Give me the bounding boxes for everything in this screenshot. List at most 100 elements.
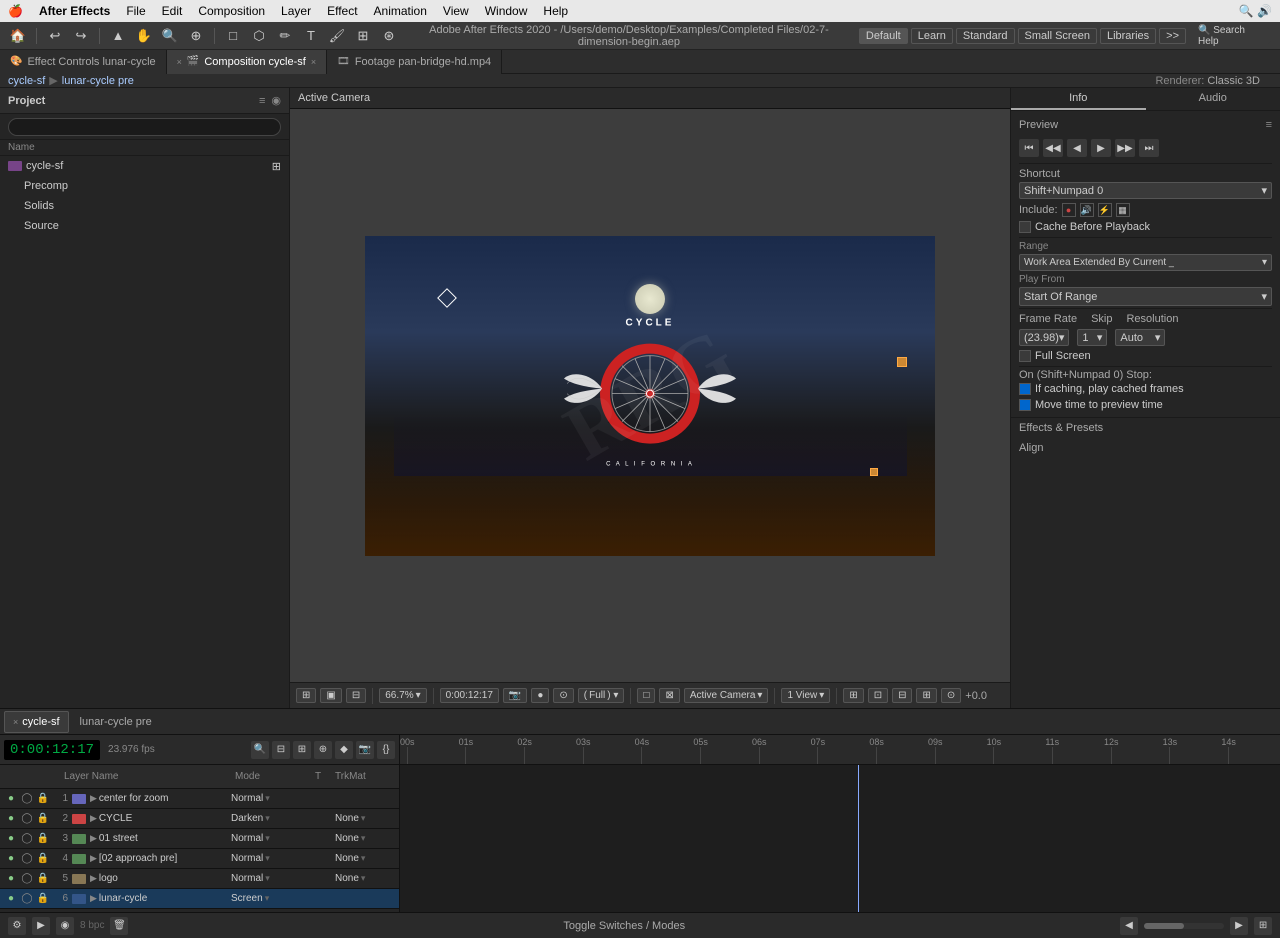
layer-row-2[interactable]: ● ◯ 🔒 2 ▶ CYCLE Darken ▾ None▾ [0, 809, 399, 829]
help-menu[interactable]: Help [543, 4, 568, 18]
preview-menu-icon[interactable]: ≡ [1266, 119, 1272, 131]
timeline-zoom-slider[interactable] [1144, 923, 1224, 929]
solo-1[interactable]: ◯ [20, 792, 34, 806]
fr-value-dropdown[interactable]: (23.98) ▾ [1019, 329, 1069, 346]
expand-1[interactable]: ▶ [90, 793, 97, 804]
project-item-source[interactable]: Source [0, 216, 289, 236]
shortcut-dropdown[interactable]: Shift+Numpad 0 ▾ [1019, 182, 1272, 199]
expand-6[interactable]: ▶ [90, 893, 97, 904]
camera-icon[interactable]: 📷 [503, 688, 527, 703]
tab-effect-controls[interactable]: 🎨 Effect Controls lunar-cycle [0, 50, 167, 74]
workspace-libraries[interactable]: Libraries [1100, 28, 1156, 44]
move-time-checkbox[interactable] [1019, 399, 1031, 411]
include-icon-1[interactable]: ● [1062, 203, 1076, 217]
app-name-menu[interactable]: After Effects [39, 4, 110, 18]
layer-row-3[interactable]: ● ◯ 🔒 3 ▶ 01 street Normal ▾ None▾ [0, 829, 399, 849]
vis-toggle-6[interactable]: ● [4, 892, 18, 906]
vis-toggle-2[interactable]: ● [4, 812, 18, 826]
timeline-zoom-in[interactable]: ▶ [1230, 917, 1248, 935]
pen-tool[interactable]: ✏ [275, 26, 295, 46]
solo-3[interactable]: ◯ [20, 832, 34, 846]
mode-val-1[interactable]: Normal [231, 793, 263, 804]
region-button[interactable]: ⊟ [346, 688, 366, 703]
apple-menu[interactable]: 🍎 [8, 4, 23, 18]
tl-add-button[interactable]: ⊕ [314, 741, 332, 759]
tl-camera-button[interactable]: 📷 [356, 741, 374, 759]
layer-menu[interactable]: Layer [281, 4, 311, 18]
layer-name-3[interactable]: 01 street [99, 833, 229, 844]
view-menu[interactable]: View [443, 4, 469, 18]
lock-3[interactable]: 🔒 [36, 832, 50, 846]
last-frame-button[interactable]: ⏭ [1139, 139, 1159, 157]
solo-4[interactable]: ◯ [20, 852, 34, 866]
tl-render-button[interactable]: ⊟ [272, 741, 290, 759]
effects-presets-link[interactable]: Effects & Presets [1011, 418, 1280, 438]
mode-val-5[interactable]: Normal [231, 873, 263, 884]
brush-tool[interactable]: 🖌 [327, 26, 347, 46]
anchor-point-1[interactable] [437, 288, 457, 308]
toggle-switches-label[interactable]: Toggle Switches / Modes [563, 920, 685, 932]
transparency-button[interactable]: ▣ [320, 688, 341, 703]
timeline-timecode[interactable]: 0:00:12:17 [4, 740, 100, 760]
trk-val-3[interactable]: None [335, 833, 359, 844]
workspace-learn[interactable]: Learn [911, 28, 953, 44]
tl-expr-button[interactable]: {} [377, 741, 395, 759]
info-tab[interactable]: Info [1011, 88, 1146, 110]
lock-5[interactable]: 🔒 [36, 872, 50, 886]
transparency-toggle[interactable]: □ [637, 688, 655, 703]
expand-5[interactable]: ▶ [90, 873, 97, 884]
tab-close[interactable]: × [177, 57, 182, 67]
pixel-aspect[interactable]: ⊠ [659, 688, 679, 703]
more-button-1[interactable]: ⊞ [843, 688, 863, 703]
tab-footage[interactable]: 🎞 Footage pan-bridge-hd.mp4 [327, 50, 502, 74]
delete-button[interactable]: 🗑 [110, 917, 128, 935]
more-button-2[interactable]: ⊡ [868, 688, 888, 703]
camera-tool[interactable]: ⊕ [186, 26, 206, 46]
lock-4[interactable]: 🔒 [36, 852, 50, 866]
range-dropdown[interactable]: Work Area Extended By Current _ ▾ [1019, 254, 1272, 271]
motion-blur[interactable]: ⊙ [553, 688, 573, 703]
anchor-point-2[interactable] [897, 357, 907, 367]
camera-view-display[interactable]: Active Camera ▾ [684, 688, 769, 703]
audio-tab[interactable]: Audio [1146, 88, 1280, 110]
workspace-standard[interactable]: Standard [956, 28, 1015, 44]
play-fwd-button[interactable]: ▶▶ [1115, 139, 1135, 157]
zoom-tool[interactable]: 🔍 [160, 26, 180, 46]
redo-button[interactable]: ↪ [71, 26, 91, 46]
vis-toggle-3[interactable]: ● [4, 832, 18, 846]
quality-display[interactable]: (Full) ▾ [578, 688, 625, 703]
mode-val-3[interactable]: Normal [231, 833, 263, 844]
layer-row-5[interactable]: ● ◯ 🔒 5 ▶ logo Normal ▾ None▾ [0, 869, 399, 889]
layer-row-6[interactable]: ● ◯ 🔒 6 ▶ lunar-cycle Screen ▾ [0, 889, 399, 909]
tab-composition[interactable]: × 🎬 Composition cycle-sf × [167, 50, 327, 74]
project-panel-menu[interactable]: ≡ [259, 95, 265, 107]
composition-menu[interactable]: Composition [198, 4, 265, 18]
include-icon-3[interactable]: ⚡ [1098, 203, 1112, 217]
project-search-input[interactable] [8, 118, 281, 136]
align-link[interactable]: Align [1011, 438, 1280, 458]
mask-tool[interactable]: ⬡ [249, 26, 269, 46]
lock-6[interactable]: 🔒 [36, 892, 50, 906]
playhead[interactable] [858, 765, 859, 912]
toggle-grid[interactable]: ⊟ [892, 688, 912, 703]
cache-frames-checkbox[interactable] [1019, 383, 1031, 395]
expand-3[interactable]: ▶ [90, 833, 97, 844]
workspace-more[interactable]: >> [1159, 28, 1186, 44]
flowchart-button[interactable]: ◉ [56, 917, 74, 935]
mode-val-2[interactable]: Darken [231, 813, 263, 824]
timeline-ruler[interactable]: 00s01s02s03s04s05s06s07s08s09s10s11s12s1… [400, 735, 1280, 765]
glow-toggle[interactable]: ⊙ [941, 688, 961, 703]
project-item-solids[interactable]: Solids [0, 196, 289, 216]
mode-val-6[interactable]: Screen [231, 893, 263, 904]
view-count-display[interactable]: 1 View ▾ [781, 688, 830, 703]
layer-name-6[interactable]: lunar-cycle [99, 893, 229, 904]
window-menu[interactable]: Window [485, 4, 528, 18]
tl-marker-button[interactable]: ◆ [335, 741, 353, 759]
skip-value-dropdown[interactable]: 1 ▾ [1077, 329, 1107, 346]
trk-val-4[interactable]: None [335, 853, 359, 864]
file-menu[interactable]: File [126, 4, 145, 18]
tl-tab-cycle-sf[interactable]: × cycle-sf [4, 711, 69, 733]
search-help[interactable]: 🔍 Search Help [1192, 26, 1272, 46]
vis-toggle-5[interactable]: ● [4, 872, 18, 886]
tab-comp-close[interactable]: × [311, 57, 316, 67]
